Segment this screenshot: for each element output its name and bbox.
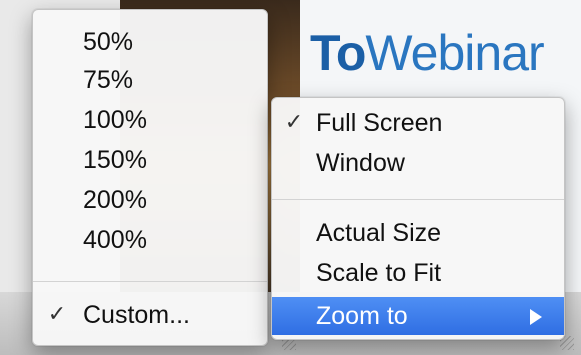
menu-item-label: 75% [83,66,134,94]
menu-item-label: Zoom to [316,302,408,330]
menu-item-scale-to-fit[interactable]: Scale to Fit [272,254,564,292]
brand-logo: ToWebinar [310,18,545,88]
brand-logo-thin: Webinar [365,25,544,81]
menu-item-zoom-to[interactable]: Zoom to [272,297,564,335]
view-menu: ✓ Full Screen Window Actual Size Scale t… [271,97,565,340]
menu-item-label: Full Screen [316,109,443,137]
menu-item-zoom-50[interactable]: 50% [33,23,267,61]
checkmark-icon: ✓ [284,110,304,135]
submenu-arrow-icon [530,309,542,325]
menu-item-label: 400% [83,226,147,254]
menu-item-label: Scale to Fit [316,259,442,287]
menu-item-label: Actual Size [316,219,442,247]
menu-item-zoom-150[interactable]: 150% [33,141,267,179]
menu-item-custom[interactable]: ✓ Custom... [33,296,267,334]
menu-item-window[interactable]: Window [272,144,564,182]
menu-item-label: 200% [83,186,147,214]
zoom-submenu: 50% 75% 100% 150% 200% 400% ✓ Custom... [32,9,268,346]
menu-item-zoom-200[interactable]: 200% [33,181,267,219]
menu-separator [33,281,267,282]
menu-item-label: 50% [83,28,134,56]
menu-item-zoom-400[interactable]: 400% [33,221,267,259]
brand-logo-bold: To [310,25,366,81]
menu-item-label: 150% [83,146,147,174]
menu-item-zoom-100[interactable]: 100% [33,101,267,139]
menu-item-label: Custom... [83,301,190,329]
menu-separator [272,199,564,200]
menu-item-full-screen[interactable]: ✓ Full Screen [272,104,564,142]
checkmark-icon: ✓ [47,302,67,327]
menu-item-actual-size[interactable]: Actual Size [272,214,564,252]
menu-item-label: 100% [83,106,147,134]
menu-item-label: Window [316,149,405,177]
menu-item-zoom-75[interactable]: 75% [33,61,267,99]
